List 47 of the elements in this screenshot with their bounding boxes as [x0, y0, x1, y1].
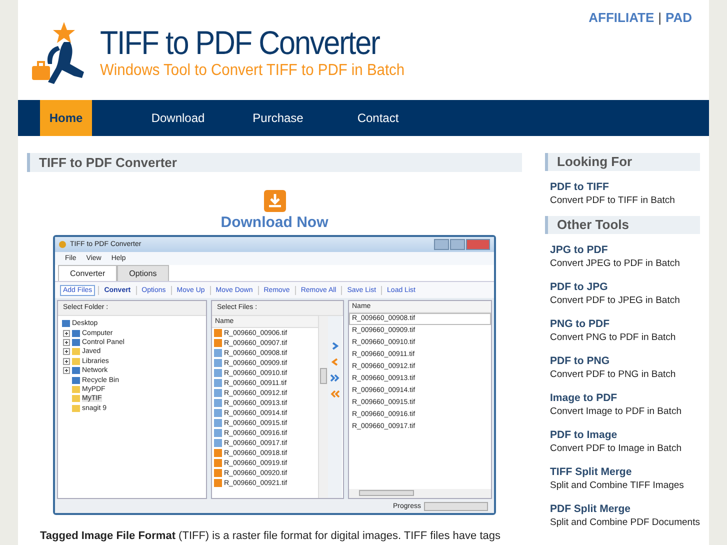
download-link[interactable]: Download Now: [220, 214, 328, 232]
sidebar-heading: Looking For: [545, 153, 700, 171]
tool-link[interactable]: PNG to PDF: [550, 317, 610, 331]
sidebar-heading: Other Tools: [545, 216, 700, 234]
tool-description: Convert PDF to TIFF in Batch: [550, 194, 675, 207]
nav-tab[interactable]: Download: [128, 100, 228, 136]
tool-description: Convert PDF to JPEG in Batch: [550, 294, 680, 307]
link-separator: |: [658, 10, 662, 25]
tool-link[interactable]: PDF to TIFF: [550, 180, 609, 194]
maximize-button[interactable]: [450, 239, 465, 250]
section-heading: TIFF to PDF Converter: [27, 153, 522, 172]
tool-description: Convert PNG to PDF in Batch: [550, 331, 676, 344]
tool-link[interactable]: JPG to PDF: [550, 243, 608, 257]
tool-description: Split and Combine TIFF Images: [550, 479, 684, 492]
tool-description: Convert PDF to PNG in Batch: [550, 368, 676, 381]
remove-all-arrows-icon[interactable]: [330, 390, 340, 398]
tool-description: Convert Image to PDF in Batch: [550, 405, 682, 418]
tool-description: Convert JPEG to PDF in Batch: [550, 257, 680, 270]
site-tagline: Windows Tool to Convert TIFF to PDF in Batch: [100, 61, 405, 81]
app-icon: [59, 241, 66, 248]
minimize-button[interactable]: [434, 239, 449, 250]
nav-tab[interactable]: Contact: [328, 100, 428, 136]
tool-link[interactable]: TIFF Split Merge: [550, 465, 632, 479]
app-tab[interactable]: Converter: [58, 265, 118, 281]
intro-paragraph: Tagged Image File Format (TIFF) is a raster file format for digital images. TIFF files have tags: [40, 530, 500, 543]
download-icon[interactable]: [264, 190, 286, 212]
tool-link[interactable]: PDF to PNG: [550, 354, 610, 368]
tool-description: Convert PDF to Image in Batch: [550, 442, 682, 455]
expand-icon[interactable]: [63, 330, 70, 337]
app-tab[interactable]: Options: [117, 265, 169, 281]
tool-link[interactable]: PDF to JPG: [550, 280, 608, 294]
tool-link[interactable]: PDF to Image: [550, 428, 618, 442]
expand-icon[interactable]: [63, 348, 70, 356]
top-link[interactable]: PAD: [666, 10, 692, 25]
tool-link[interactable]: Image to PDF: [550, 391, 618, 405]
nav-tab[interactable]: Home: [40, 100, 92, 136]
expand-icon[interactable]: [63, 338, 70, 346]
vertical-scrollbar[interactable]: [318, 316, 328, 498]
horizontal-scrollbar[interactable]: [349, 489, 491, 498]
expand-icon[interactable]: [63, 358, 70, 365]
nav-tab[interactable]: Purchase: [228, 100, 328, 136]
top-link[interactable]: AFFILIATE: [588, 10, 654, 25]
tool-link[interactable]: PDF Split Merge: [550, 502, 631, 516]
site-title: TIFF to PDF Converter: [100, 25, 381, 61]
add-all-arrows-icon[interactable]: [330, 374, 340, 382]
expand-icon[interactable]: [63, 367, 70, 374]
tool-description: Split and Combine PDF Documents: [550, 516, 700, 529]
